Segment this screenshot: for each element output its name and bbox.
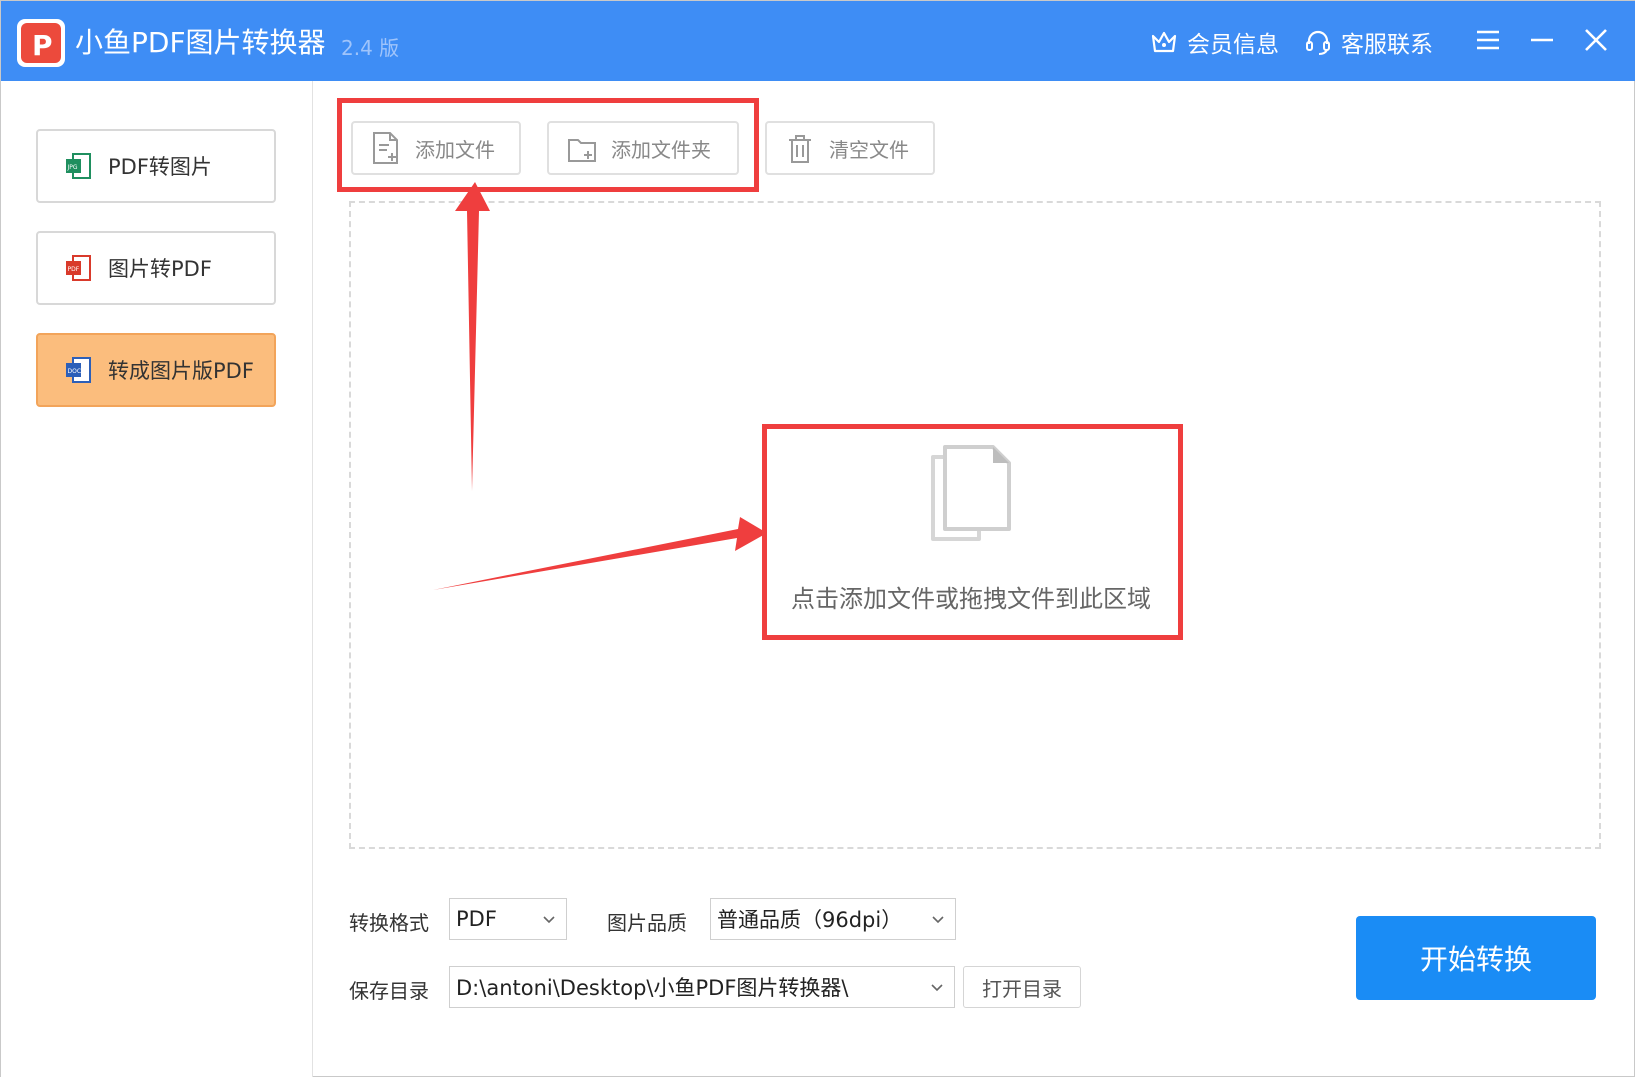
chevron-down-icon — [543, 916, 555, 924]
quality-value: 普通品质（96dpi） — [717, 908, 903, 932]
customer-service-button[interactable]: 客服联系 — [1303, 25, 1433, 59]
crown-icon — [1151, 31, 1177, 53]
close-icon[interactable] — [1579, 23, 1613, 57]
menu-icon[interactable] — [1471, 23, 1505, 57]
member-info-label: 会员信息 — [1187, 32, 1279, 58]
chevron-down-icon — [932, 916, 944, 924]
save-dir-value: D:\antoni\Desktop\小鱼PDF图片转换器\ — [456, 976, 849, 1000]
title-bar: P 小鱼PDF图片转换器 2.4 版 会员信息 客服联系 — [1, 1, 1635, 81]
format-value: PDF — [456, 907, 497, 931]
chevron-down-icon — [931, 984, 943, 992]
save-dir-label: 保存目录 — [349, 979, 429, 1003]
pdf-file-icon: PDF — [66, 255, 91, 281]
minimize-icon[interactable] — [1525, 23, 1559, 57]
sidebar: JPG PDF转图片 PDF 图片转PDF DOC 转成图片版PDF — [1, 81, 313, 1077]
clear-files-label: 清空文件 — [829, 137, 909, 162]
trash-icon — [789, 135, 811, 163]
quality-label: 图片品质 — [607, 911, 687, 935]
start-convert-button[interactable]: 开始转换 — [1356, 916, 1596, 1000]
nav-label: PDF转图片 — [108, 155, 212, 179]
open-directory-button[interactable]: 打开目录 — [963, 966, 1081, 1008]
nav-label: 转成图片版PDF — [108, 359, 254, 383]
doc-file-icon: DOC — [66, 357, 91, 383]
app-version: 2.4 版 — [341, 36, 400, 60]
quality-select[interactable]: 普通品质（96dpi） — [710, 898, 956, 940]
format-label: 转换格式 — [349, 911, 429, 935]
app-window: P 小鱼PDF图片转换器 2.4 版 会员信息 客服联系 JPG PDF转图片 … — [0, 0, 1635, 1077]
headset-icon — [1306, 30, 1330, 55]
save-dir-select[interactable]: D:\antoni\Desktop\小鱼PDF图片转换器\ — [449, 966, 955, 1008]
nav-to-image-pdf[interactable]: DOC 转成图片版PDF — [36, 333, 276, 407]
clear-files-button[interactable]: 清空文件 — [765, 121, 935, 175]
member-info-button[interactable]: 会员信息 — [1149, 25, 1279, 59]
annotation-box-dropzone — [762, 424, 1183, 640]
svg-text:PDF: PDF — [68, 266, 80, 273]
nav-label: 图片转PDF — [108, 257, 212, 281]
nav-image-to-pdf[interactable]: PDF 图片转PDF — [36, 231, 276, 305]
jpg-file-icon: JPG — [66, 153, 91, 179]
app-logo: P — [17, 19, 65, 67]
annotation-box-toolbar — [337, 98, 759, 192]
customer-service-label: 客服联系 — [1341, 32, 1433, 58]
svg-text:DOC: DOC — [68, 368, 82, 375]
svg-text:JPG: JPG — [67, 164, 78, 171]
format-select[interactable]: PDF — [449, 898, 567, 940]
app-title: 小鱼PDF图片转换器 — [75, 26, 326, 59]
nav-pdf-to-image[interactable]: JPG PDF转图片 — [36, 129, 276, 203]
